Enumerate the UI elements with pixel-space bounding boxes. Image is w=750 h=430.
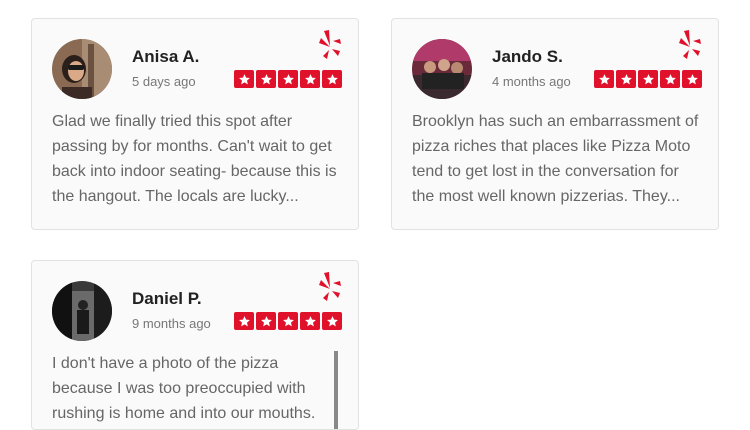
star-icon <box>638 70 658 88</box>
star-rating <box>594 70 702 88</box>
star-icon <box>256 312 276 330</box>
star-icon <box>234 70 254 88</box>
star-icon <box>300 70 320 88</box>
review-date: 4 months ago <box>492 74 571 89</box>
review-text: I don't have a photo of the pizza becaus… <box>52 355 316 422</box>
star-icon <box>278 70 298 88</box>
review-card: Jando S. 4 months ago Brooklyn has such … <box>391 18 719 230</box>
star-icon <box>234 312 254 330</box>
avatar <box>52 281 112 341</box>
review-date: 9 months ago <box>132 316 211 331</box>
avatar <box>52 39 112 99</box>
star-icon <box>300 312 320 330</box>
yelp-burst-icon <box>314 29 344 68</box>
reviewer-name: Daniel P. <box>132 289 202 308</box>
star-icon <box>594 70 614 88</box>
reviewer-name: Anisa A. <box>132 47 200 66</box>
star-icon <box>682 70 702 88</box>
yelp-burst-icon <box>674 29 704 68</box>
reviewer-name: Jando S. <box>492 47 563 66</box>
star-icon <box>660 70 680 88</box>
scrollbar[interactable] <box>334 351 338 429</box>
star-icon <box>322 70 342 88</box>
star-icon <box>616 70 636 88</box>
star-icon <box>278 312 298 330</box>
review-text: Glad we finally tried this spot after pa… <box>52 113 337 205</box>
review-date: 5 days ago <box>132 74 196 89</box>
review-card: Anisa A. 5 days ago Glad we finally trie… <box>31 18 359 230</box>
yelp-burst-icon <box>314 271 344 310</box>
avatar <box>412 39 472 99</box>
star-icon <box>322 312 342 330</box>
star-icon <box>256 70 276 88</box>
review-card: Daniel P. 9 months ago I don't have a ph… <box>31 260 359 430</box>
star-rating <box>234 312 342 330</box>
star-rating <box>234 70 342 88</box>
review-text: Brooklyn has such an embarrassment of pi… <box>412 113 699 205</box>
